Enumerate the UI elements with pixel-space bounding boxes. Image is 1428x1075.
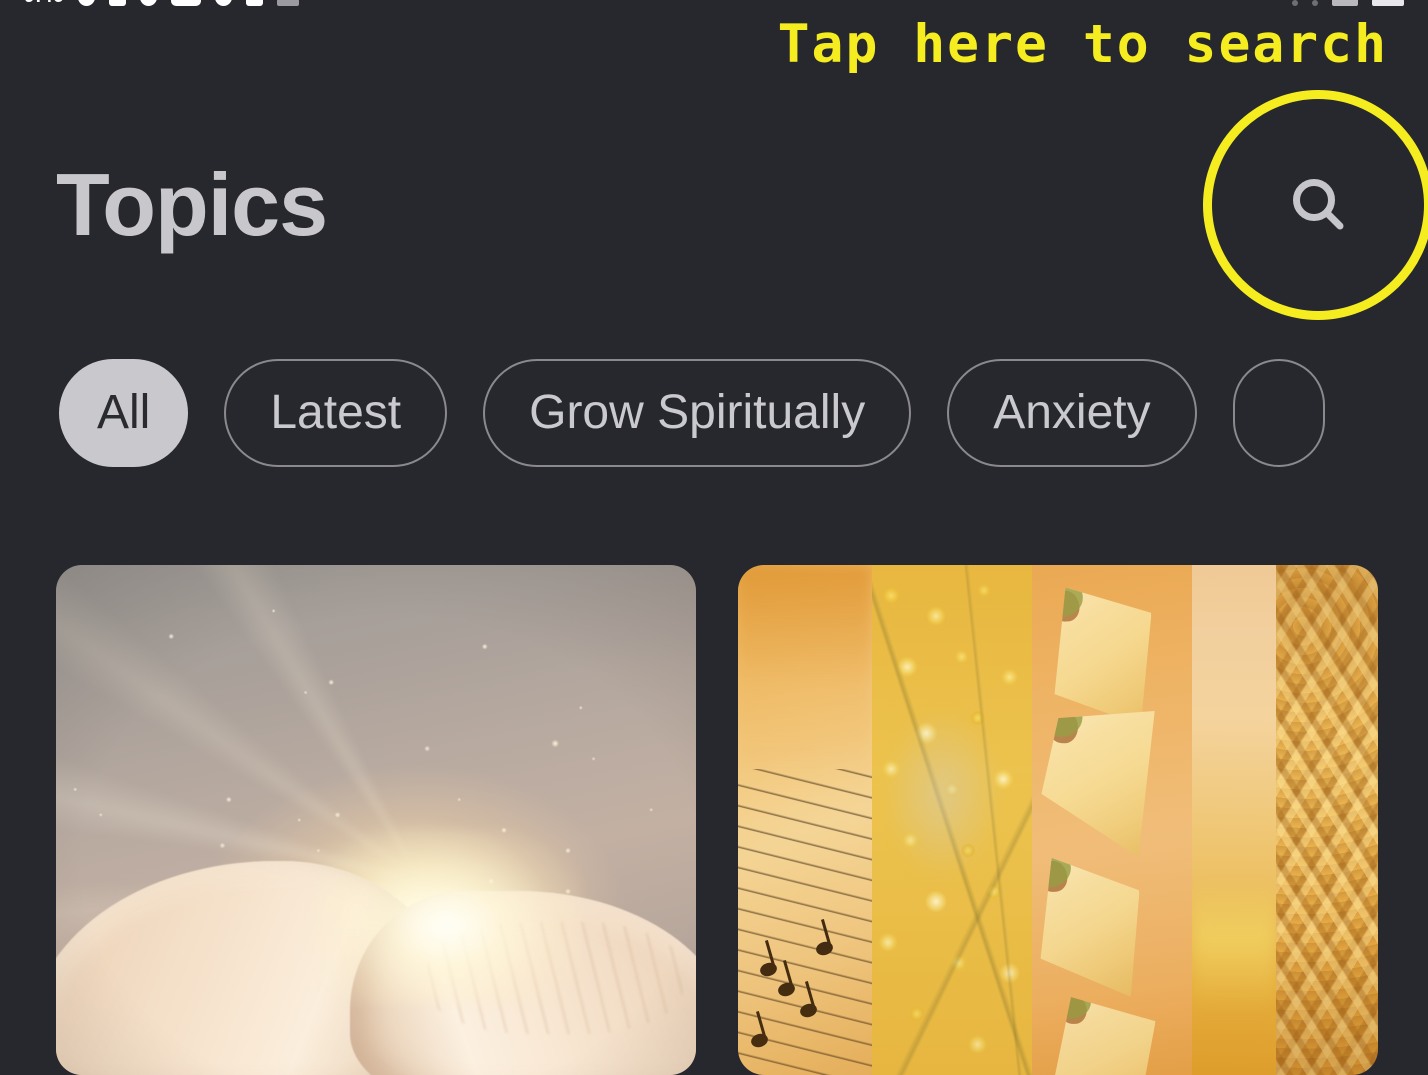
status-bar-right	[1292, 0, 1404, 6]
pineapple-slice	[1038, 705, 1155, 863]
status-clock: 9:46	[24, 0, 64, 6]
app-screen: 9:46 Topics T	[0, 0, 1428, 1075]
chip-all[interactable]: All	[59, 359, 189, 467]
pineapple-slice	[1047, 582, 1159, 732]
chip-grow-spiritually[interactable]: Grow Spiritually	[483, 359, 912, 467]
battery-icon	[1372, 0, 1404, 6]
pineapple-slice	[1052, 992, 1156, 1075]
page-header: Topics	[0, 140, 1428, 270]
topic-card-collage[interactable]	[738, 565, 1378, 1075]
vignette	[56, 565, 696, 1075]
search-icon	[1288, 174, 1350, 236]
topic-cards-grid	[0, 565, 1428, 1075]
app-badge-icon	[140, 0, 158, 6]
page-title: Topics	[56, 155, 328, 254]
collage-panel-pineapple-slices	[1032, 565, 1193, 1075]
gradient-band	[1192, 881, 1276, 1014]
knit-shading	[1275, 565, 1378, 1075]
collage-panel-sheet-music	[738, 565, 873, 1075]
chip-next-partial[interactable]	[1232, 359, 1325, 467]
message-icon	[109, 0, 127, 6]
chip-latest[interactable]: Latest	[224, 359, 448, 467]
app-square-icon	[246, 0, 264, 6]
camera-icon	[215, 0, 233, 6]
notification-dot-icon	[78, 0, 96, 6]
topic-filter-chips[interactable]: All Latest Grow Spiritually Anxiety	[0, 358, 1428, 468]
chip-anxiety[interactable]: Anxiety	[947, 359, 1197, 467]
status-bar-left: 9:46	[24, 0, 300, 6]
music-staff-lines	[738, 769, 873, 1075]
artwork-yellow-collage	[738, 565, 1378, 1075]
wifi-icon	[1312, 0, 1318, 6]
pineapple-slice	[1035, 853, 1145, 1001]
calendar-icon	[171, 0, 202, 6]
collage-panel-yellow-daisies	[872, 565, 1033, 1075]
status-bar: 9:46	[0, 0, 1428, 6]
collage-panel-gradient	[1192, 565, 1276, 1075]
collage-panel-knit-texture	[1275, 565, 1378, 1075]
artwork-cupped-hands-glowing-light	[56, 565, 696, 1075]
more-icon	[277, 0, 300, 6]
tap-here-to-search-hint: Tap here to search	[777, 14, 1388, 75]
signal-icon	[1332, 0, 1358, 6]
search-button[interactable]	[1278, 164, 1360, 246]
daisy-haze	[885, 707, 1001, 882]
music-blur-overlay	[738, 565, 873, 790]
topic-card-hands[interactable]	[56, 565, 696, 1075]
bluetooth-icon	[1292, 0, 1298, 6]
